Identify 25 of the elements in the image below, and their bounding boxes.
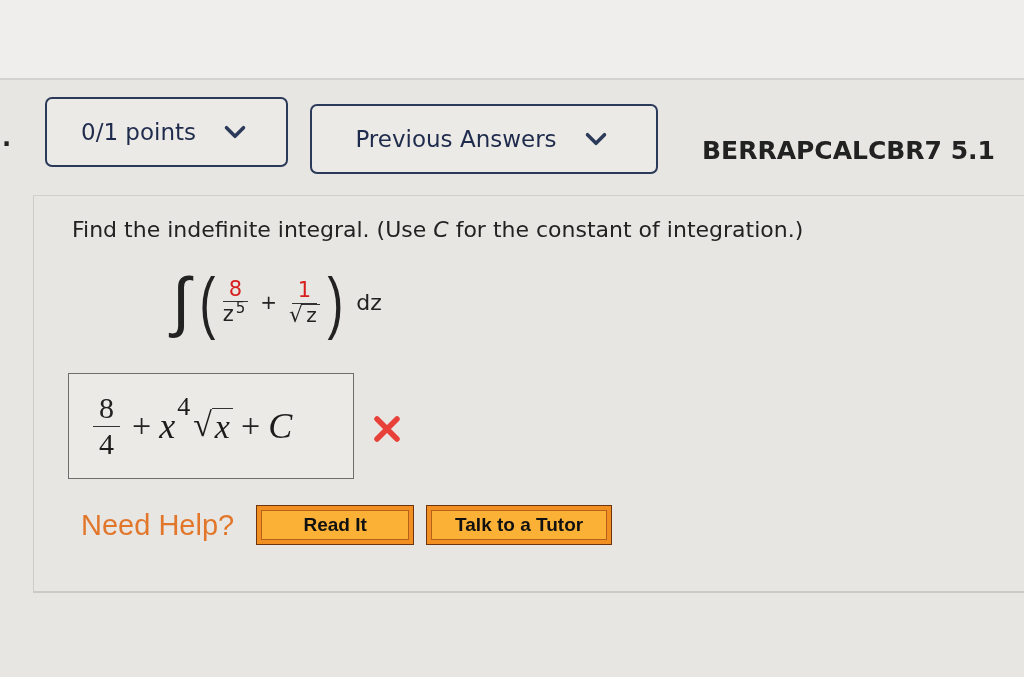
- talk-to-tutor-button[interactable]: Talk to a Tutor: [426, 505, 613, 545]
- exponent: 5: [235, 300, 246, 316]
- numerator: 8: [93, 391, 120, 427]
- denominator: 4: [98, 426, 115, 461]
- radicand: x: [211, 407, 233, 445]
- radicand: z: [303, 303, 320, 326]
- plus-sign: +: [260, 290, 278, 314]
- radical-sign: √: [193, 407, 212, 442]
- read-it-button[interactable]: Read It: [256, 505, 415, 545]
- variable: x: [159, 408, 176, 444]
- previous-answers-dropdown[interactable]: Previous Answers: [310, 103, 658, 174]
- instruction-text: Find the indefinite integral. (Use C for the constant of integration.): [72, 216, 804, 244]
- need-help-label: Need Help?: [81, 508, 235, 542]
- plus-sign: +: [132, 407, 152, 445]
- points-dropdown[interactable]: 0/1 points: [45, 96, 288, 167]
- numerator: 1: [291, 278, 318, 304]
- radical-sign: √: [289, 303, 304, 326]
- plus-sign: +: [240, 407, 261, 445]
- differential: dz: [356, 289, 382, 315]
- numerator: 8: [222, 276, 249, 302]
- exponent: 4: [177, 394, 191, 420]
- question-number: .: [1, 123, 13, 152]
- variable: C: [268, 408, 293, 444]
- denominator-variable: z: [222, 301, 234, 328]
- question-code: BERRAPCALCBR7 5.1: [702, 136, 995, 165]
